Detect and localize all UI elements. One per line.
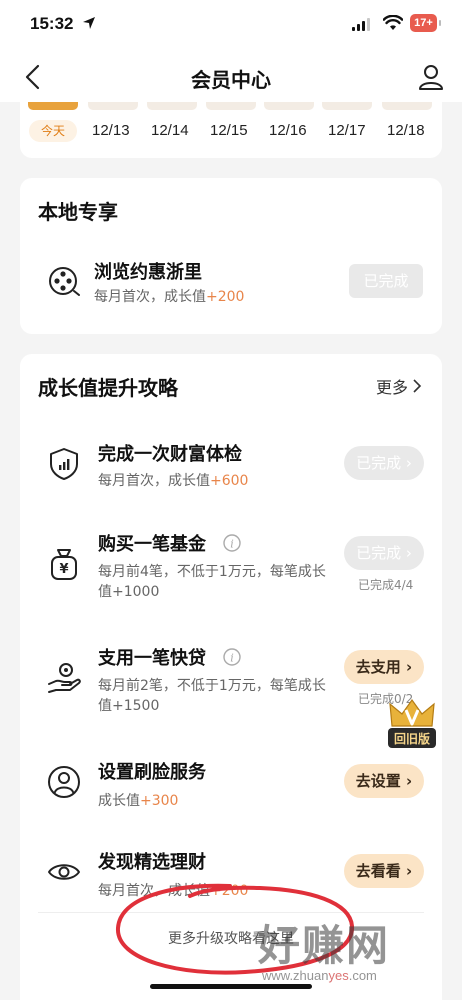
- completed-button[interactable]: 已完成: [349, 264, 423, 298]
- status-bar: 15:32 17+: [0, 0, 462, 52]
- nav-bar: 会员中心: [0, 52, 462, 102]
- day-chip: [382, 102, 432, 110]
- task-title: 设置刷脸服务: [98, 762, 206, 783]
- day-label: 12/17: [328, 122, 366, 139]
- task-subtitle: 成长值+300: [98, 793, 179, 809]
- film-reel-icon: [49, 267, 80, 296]
- task-subtitle: 每月前4笔，不低于1万元，每笔成长 值+1000: [98, 564, 326, 600]
- hand-coin-icon: [48, 663, 81, 693]
- chevron-right-icon: [413, 379, 422, 393]
- section-title-local: 本地专享: [38, 200, 118, 224]
- task-title: 购买一笔基金: [98, 534, 206, 555]
- task-subtitle: 每月前2笔，不低于1万元，每笔成长 值+1500: [98, 678, 326, 714]
- progress-text: 已完成4/4: [358, 578, 414, 592]
- day-label: 12/14: [151, 122, 189, 139]
- day-chip: [322, 102, 372, 110]
- go-disburse-button[interactable]: 去支用 ›: [344, 650, 424, 684]
- info-icon[interactable]: i: [223, 534, 241, 552]
- cellular-signal-icon: [352, 17, 372, 31]
- check-in-calendar: 今天 12/13 12/14 12/15 12/16 12/17 12/18: [20, 102, 442, 158]
- day-chip: [206, 102, 256, 110]
- more-link-label: 更多: [375, 378, 408, 397]
- svg-text:¥: ¥: [59, 562, 68, 577]
- task-subtitle: 每月首次，成长值+600: [98, 473, 249, 489]
- eye-icon: [48, 864, 80, 880]
- svg-text:i: i: [230, 538, 234, 551]
- more-link[interactable]: 更多: [376, 374, 422, 398]
- status-time: 15:32: [30, 14, 74, 33]
- info-icon[interactable]: i: [223, 648, 241, 666]
- task-title: 浏览约惠浙里: [94, 262, 202, 283]
- day-label: 12/13: [92, 122, 130, 139]
- home-indicator[interactable]: [150, 984, 312, 989]
- completed-button[interactable]: 已完成 ›: [344, 446, 424, 480]
- task-title: 支用一笔快贷: [98, 648, 206, 669]
- task-subtitle: 每月首次，成长值+200: [94, 289, 245, 305]
- day-chip: [264, 102, 314, 110]
- location-arrow-icon: [83, 17, 95, 29]
- page-title: 会员中心: [191, 68, 271, 92]
- wifi-icon: [383, 15, 403, 30]
- money-bag-icon: ¥: [51, 549, 77, 580]
- day-label: 12/18: [387, 122, 425, 139]
- task-title: 完成一次财富体检: [98, 444, 242, 465]
- user-profile-icon[interactable]: [417, 63, 445, 91]
- retro-version-label: 回旧版: [393, 732, 430, 746]
- watermark-url: www.zhuanyes.com: [262, 968, 377, 983]
- section-title-growth: 成长值提升攻略: [38, 376, 178, 400]
- completed-button[interactable]: 已完成 ›: [344, 536, 424, 570]
- day-chip: [147, 102, 197, 110]
- task-title: 发现精选理财: [98, 852, 206, 873]
- svg-text:i: i: [230, 652, 234, 665]
- go-setup-button[interactable]: 去设置 ›: [344, 764, 424, 798]
- today-badge: 今天: [29, 120, 77, 142]
- shield-chart-icon: [50, 448, 78, 480]
- retro-version-badge[interactable]: 回旧版: [384, 696, 440, 752]
- day-chip: [88, 102, 138, 110]
- battery-indicator: 17+: [410, 14, 441, 32]
- face-id-icon: [48, 766, 80, 798]
- local-exclusive-card: 本地专享 浏览约惠浙里 每月首次，成长值+200 已完成: [20, 178, 442, 334]
- watermark-text: 好赚网: [258, 921, 391, 970]
- day-chip-today: [28, 102, 78, 110]
- day-label: 12/15: [210, 122, 248, 139]
- day-label: 12/16: [269, 122, 307, 139]
